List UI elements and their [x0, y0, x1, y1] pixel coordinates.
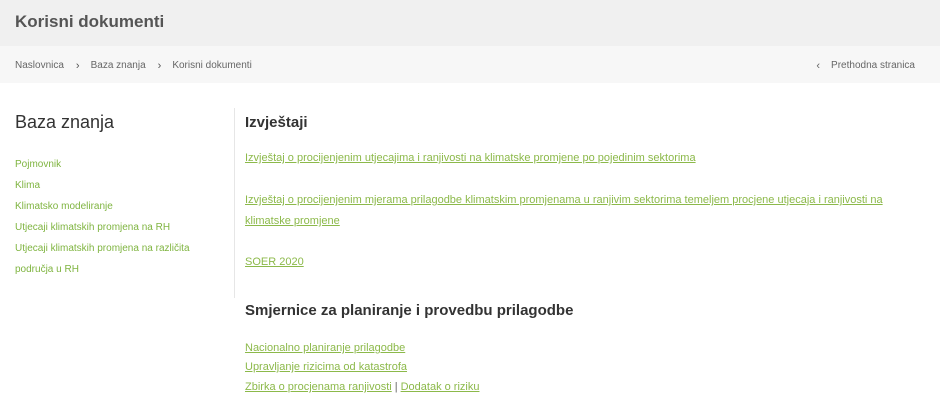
sidebar-item: Utjecaji klimatskih promjena na RH [15, 217, 215, 238]
guideline-row: Upravljanje rizicima od katastrofa [245, 357, 407, 378]
sidebar-item: područja u RH [15, 259, 215, 280]
sidebar-title: Baza znanja [15, 112, 115, 132]
chevron-right-icon: › [157, 59, 162, 72]
guideline-link[interactable]: Dodatak o riziku [401, 381, 480, 393]
title-bar: Korisni dokumenti [0, 0, 940, 46]
breadcrumb: Naslovnica › Baza znanja › Korisni dokum… [15, 60, 252, 71]
section-title-smjernice: Smjernice za planiranje i provedbu prila… [245, 302, 574, 319]
sidebar-item-utjecaji-podrucja-cont[interactable]: područja u RH [15, 264, 79, 275]
guideline-link[interactable]: Nacionalno planiranje prilagodbe [245, 342, 405, 354]
content-divider [234, 108, 235, 298]
sidebar-item: Klima [15, 175, 215, 196]
sidebar-item: Pojmovnik [15, 154, 215, 175]
guideline-row: Zbirka o procjenama ranjivosti | Dodatak o… [245, 377, 479, 398]
sidebar-item-utjecaji-rh[interactable]: Utjecaji klimatskih promjena na RH [15, 222, 170, 233]
page-title: Korisni dokumenti [15, 12, 165, 31]
sidebar-item: Klimatsko modeliranje [15, 196, 215, 217]
sidebar-item-klimatsko-modeliranje[interactable]: Klimatsko modeliranje [15, 201, 113, 212]
guideline-link[interactable]: Upravljanje rizicima od katastrofa [245, 361, 407, 373]
link-separator: | [394, 381, 398, 393]
sidebar-item-utjecaji-podrucja[interactable]: Utjecaji klimatskih promjena na različit… [15, 243, 190, 254]
breadcrumb-knowledge-base-link[interactable]: Baza znanja [91, 60, 146, 71]
document-link[interactable]: Izvještaj o procijenjenim mjerama prilag… [245, 190, 915, 232]
guideline-link[interactable]: Zbirka o procjenama ranjivosti [245, 381, 392, 393]
chevron-right-icon: › [75, 59, 80, 72]
chevron-left-icon: ‹ [816, 59, 821, 72]
guideline-row: Nacionalno planiranje prilagodbe [245, 338, 405, 359]
previous-page-label: Prethodna stranica [831, 60, 915, 71]
breadcrumb-bar: Naslovnica › Baza znanja › Korisni dokum… [0, 46, 940, 83]
sidebar-item-klima[interactable]: Klima [15, 180, 40, 191]
sidebar-item: Utjecaji klimatskih promjena na različit… [15, 238, 215, 259]
document-link-soer[interactable]: SOER 2020 [245, 252, 915, 273]
breadcrumb-current: Korisni dokumenti [172, 60, 252, 71]
section-title-izvjestaji: Izvještaji [245, 114, 308, 131]
document-link[interactable]: Izvještaj o procijenjenim utjecajima i r… [245, 148, 915, 169]
sidebar-item-pojmovnik[interactable]: Pojmovnik [15, 159, 61, 170]
previous-page-link[interactable]: ‹ Prethodna stranica [816, 60, 915, 71]
sidebar-nav: Pojmovnik Klima Klimatsko modeliranje Ut… [15, 154, 215, 280]
breadcrumb-home-link[interactable]: Naslovnica [15, 60, 64, 71]
